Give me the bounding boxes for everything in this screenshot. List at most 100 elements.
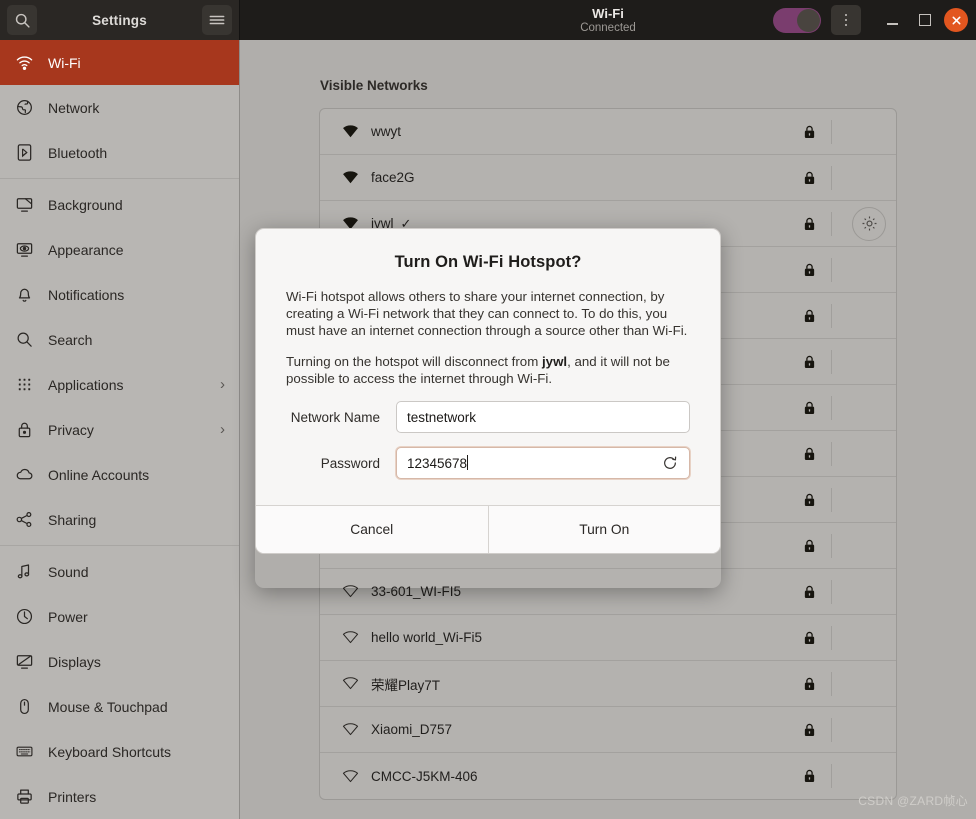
sidebar-item-applications[interactable]: Applications › [0, 362, 239, 407]
row-divider [831, 258, 832, 282]
password-label: Password [320, 455, 380, 471]
sidebar-item-label: Sharing [48, 511, 97, 528]
wifi-signal-strong-icon [339, 171, 361, 184]
globe-icon [14, 98, 34, 118]
sidebar-item-notifications[interactable]: Notifications [0, 272, 239, 317]
row-divider [831, 764, 832, 788]
network-row[interactable]: 荣耀Play7T [320, 661, 896, 707]
lock-icon [803, 723, 816, 737]
sidebar-item-label: Keyboard Shortcuts [48, 743, 171, 760]
sidebar-item-keyboard-shortcuts[interactable]: Keyboard Shortcuts [0, 729, 239, 774]
dialog-title: Turn On Wi-Fi Hotspot? [394, 253, 582, 271]
lock-icon [803, 125, 816, 139]
row-divider [831, 580, 832, 604]
row-divider [831, 626, 832, 650]
lock-icon [803, 447, 816, 461]
app-title: Settings [92, 12, 147, 28]
gear-icon[interactable] [852, 206, 886, 241]
sidebar-item-mouse-touchpad[interactable]: Mouse & Touchpad [0, 684, 239, 729]
network-name: 荣耀Play7T [371, 677, 441, 693]
lock-icon [803, 263, 816, 277]
lock-icon [803, 677, 816, 691]
watermark: CSDN @ZARD帧心 [858, 794, 968, 808]
wifi-toggle-switch[interactable] [773, 7, 821, 33]
network-name-value: testnetwork [407, 409, 477, 425]
row-divider [831, 166, 832, 190]
network-row[interactable]: Xiaomi_D757 [320, 707, 896, 753]
lock-icon [803, 309, 816, 323]
lock-icon [803, 401, 816, 415]
lock-icon [803, 631, 816, 645]
row-divider [831, 396, 832, 420]
search-icon [14, 330, 34, 350]
kebab-menu-icon[interactable] [831, 5, 861, 35]
row-divider [831, 212, 832, 236]
lock-icon [803, 217, 816, 231]
sidebar-item-appearance[interactable]: Appearance [0, 227, 239, 272]
lock-icon [803, 493, 816, 507]
network-name: face2G [371, 170, 415, 185]
sidebar-item-printers[interactable]: Printers [0, 774, 239, 819]
wifi-signal-weak-icon [339, 769, 361, 783]
sidebar-divider [0, 545, 239, 546]
search-icon[interactable] [7, 5, 37, 35]
password-input[interactable]: 12345678 [396, 447, 690, 479]
sidebar-divider [0, 178, 239, 179]
network-name: Xiaomi_D757 [371, 722, 453, 737]
network-name-input[interactable]: testnetwork [396, 401, 690, 433]
row-divider [831, 718, 832, 742]
wifi-signal-strong-icon [339, 125, 361, 138]
wifi-signal-weak-icon [339, 723, 361, 736]
toggle-knob [797, 8, 820, 32]
sidebar-item-sound[interactable]: Sound [0, 549, 239, 594]
row-divider [831, 304, 832, 328]
row-divider [831, 120, 832, 144]
sidebar-item-wi-fi[interactable]: Wi-Fi [0, 40, 239, 85]
sidebar-item-label: Appearance [48, 241, 124, 258]
mouse-icon [14, 697, 34, 717]
sidebar-item-label: Bluetooth [48, 144, 108, 161]
displays-icon [14, 652, 34, 672]
sidebar-item-bluetooth[interactable]: Bluetooth [0, 130, 239, 175]
network-row[interactable]: CMCC-J5KM-406 [320, 753, 896, 799]
sidebar-item-power[interactable]: Power [0, 594, 239, 639]
sidebar-item-background[interactable]: Background [0, 182, 239, 227]
sidebar-item-label: Background [48, 196, 123, 213]
wifi-icon [14, 53, 34, 73]
minimize-icon[interactable] [878, 6, 906, 34]
sidebar-item-sharing[interactable]: Sharing [0, 497, 239, 542]
cancel-button[interactable]: Cancel [256, 506, 489, 553]
network-row[interactable]: wwyt [320, 109, 896, 155]
sidebar-item-network[interactable]: Network [0, 85, 239, 130]
sidebar-item-displays[interactable]: Displays [0, 639, 239, 684]
turn-on-button[interactable]: Turn On [489, 506, 721, 553]
row-divider [831, 534, 832, 558]
printer-icon [14, 787, 34, 807]
sidebar-item-label: Wi-Fi [48, 54, 81, 71]
background-monitor-icon [14, 195, 34, 215]
dialog-paragraph-2: Turning on the hotspot will disconnect f… [286, 353, 690, 387]
sidebar-header: Settings [0, 0, 240, 40]
network-name: CMCC-J5KM-406 [371, 768, 478, 784]
maximize-icon[interactable] [911, 6, 939, 34]
close-icon[interactable] [944, 8, 968, 32]
sidebar-item-label: Printers [48, 788, 97, 805]
visible-networks-heading: Visible Networks [320, 78, 428, 93]
password-row: Password 12345678 [286, 447, 690, 479]
window-controls [773, 0, 968, 40]
refresh-icon[interactable] [661, 454, 679, 472]
lock-icon [803, 355, 816, 369]
network-row[interactable]: hello world_Wi-Fi5 [320, 615, 896, 661]
share-nodes-icon [14, 510, 34, 530]
sidebar-item-label: Privacy [48, 421, 94, 438]
window-titlebar: Settings Wi-Fi Connected [0, 0, 976, 40]
sidebar-item-privacy[interactable]: Privacy › [0, 407, 239, 452]
sidebar-item-online-accounts[interactable]: Online Accounts [0, 452, 239, 497]
appearance-icon [14, 240, 34, 260]
dialog-body: Turn On Wi-Fi Hotspot? Wi-Fi hotspot all… [256, 229, 720, 505]
sidebar-item-search[interactable]: Search [0, 317, 239, 362]
dialog-paragraph-1: Wi-Fi hotspot allows others to share you… [286, 289, 688, 338]
network-row[interactable]: face2G [320, 155, 896, 201]
hamburger-icon[interactable] [202, 5, 232, 35]
row-divider [831, 672, 832, 696]
